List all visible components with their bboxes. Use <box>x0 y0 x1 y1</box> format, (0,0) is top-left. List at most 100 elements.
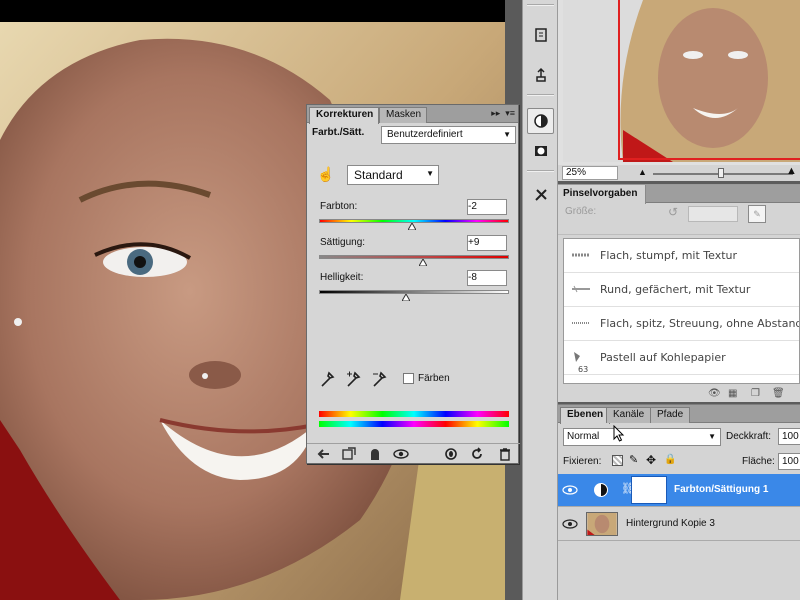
brush-presets-tabbar: Pinselvorgaben <box>558 185 800 204</box>
lightness-value-field[interactable]: -8 <box>467 270 507 286</box>
layers-tabbar: Ebenen Kanäle Pfade <box>558 405 800 424</box>
brush-item-label: Rund, gefächert, mit Textur <box>600 283 751 296</box>
tab-brush-presets[interactable]: Pinselvorgaben <box>558 185 647 204</box>
layer-name[interactable]: Hintergrund Kopie 3 <box>626 518 715 529</box>
dock-separator <box>527 94 554 96</box>
brush-item-label: Flach, stumpf, mit Textur <box>600 249 738 262</box>
layer-row[interactable]: Hintergrund Kopie 3 <box>558 508 800 541</box>
layer-mask-thumbnail[interactable] <box>631 476 667 504</box>
preset-select[interactable]: Benutzerdefiniert ▼ <box>381 126 516 144</box>
layers-panel: Ebenen Kanäle Pfade Normal ▼ Deckkraft: … <box>558 404 800 600</box>
expand-view-icon[interactable] <box>341 446 357 462</box>
toggle-brush-panel-icon[interactable]: ✎ <box>748 205 766 223</box>
layer-row[interactable]: ⛓ Farbton/Sättigung 1 <box>558 474 800 507</box>
chevron-down-icon: ▼ <box>503 130 511 139</box>
lock-position-icon[interactable]: ✥ <box>646 453 656 467</box>
canvas-top-strip <box>0 0 505 22</box>
brush-item-size: 63 <box>578 365 589 374</box>
colorize-checkbox[interactable] <box>403 373 414 384</box>
tab-layers[interactable]: Ebenen <box>560 407 611 424</box>
brush-options-icon[interactable]: ▦ <box>728 388 737 399</box>
adjustment-layer-icon <box>594 483 608 497</box>
adjustment-header: Farbt./Sätt. Benutzerdefiniert ▼ <box>307 123 518 147</box>
brush-item-label: Pastell auf Kohlepapier <box>600 351 726 364</box>
delete-preset-icon[interactable]: 🗑 <box>772 388 785 399</box>
zoom-out-icon[interactable]: ▲ <box>638 167 647 177</box>
brush-list-item[interactable]: Rund, gefächert, mit Textur <box>564 273 799 307</box>
reset-icon[interactable] <box>469 446 485 462</box>
adjustment-title: Farbt./Sätt. <box>312 127 365 138</box>
brush-list-item[interactable]: Flach, spitz, Streuung, ohne Abstand <box>564 307 799 341</box>
masks-icon[interactable] <box>527 138 554 164</box>
zoom-in-icon[interactable]: ▲ <box>786 165 797 177</box>
mouse-cursor-icon <box>613 425 625 442</box>
dock-separator <box>527 4 554 6</box>
fill-field[interactable]: 100 <box>778 453 800 470</box>
saturation-slider-thumb[interactable] <box>418 259 427 266</box>
targeted-adjustment-hand-icon[interactable]: ☝ <box>317 166 334 183</box>
back-arrow-icon[interactable] <box>315 446 331 462</box>
brush-list-item[interactable]: Flach, stumpf, mit Textur <box>564 239 799 273</box>
show-hide-icon[interactable]: 👁 <box>708 388 721 399</box>
layer-name[interactable]: Farbton/Sättigung 1 <box>674 484 768 495</box>
brush-list-item[interactable]: 63 Pastell auf Kohlepapier <box>564 341 799 375</box>
tab-channels[interactable]: Kanäle <box>606 407 652 423</box>
adjustments-panel: Korrekturen Masken ▸▸ ▾≡ Farbt./Sätt. Be… <box>306 104 520 464</box>
eyedropper-add-icon[interactable] <box>345 370 361 388</box>
lock-transparency-icon[interactable] <box>612 455 623 466</box>
saturation-label: Sättigung: <box>320 237 366 248</box>
hue-value-field[interactable]: -2 <box>467 199 507 215</box>
trash-icon[interactable] <box>497 446 513 462</box>
navigator-panel: 25% ▲ ▲ <box>558 0 800 181</box>
clip-to-layer-icon[interactable] <box>367 446 383 462</box>
panel-menu-icon[interactable]: ▸▸ ▾≡ <box>491 108 515 119</box>
zoom-slider-thumb[interactable] <box>718 168 724 178</box>
tool-presets-icon[interactable] <box>527 182 554 208</box>
eyedropper-subtract-icon[interactable] <box>371 370 387 388</box>
blend-mode-row: Normal ▼ Deckkraft: 100 <box>558 427 800 449</box>
right-panel-column: 25% ▲ ▲ Pinselvorgaben Größe: ↺ ✎ Flach,… <box>558 0 800 600</box>
zoom-field[interactable]: 25% <box>562 166 618 180</box>
hue-slider-thumb[interactable] <box>408 223 417 230</box>
reset-icon[interactable]: ↺ <box>668 205 678 219</box>
brush-size-field[interactable] <box>688 206 738 222</box>
navigator-view-frame[interactable] <box>618 0 800 160</box>
brush-presets-panel: Pinselvorgaben Größe: ↺ ✎ Flach, stumpf,… <box>558 184 800 402</box>
lock-all-icon[interactable]: 🔒 <box>664 454 676 465</box>
lock-pixels-icon[interactable]: ✎ <box>629 453 638 466</box>
actions-icon[interactable] <box>527 62 554 88</box>
history-icon[interactable] <box>527 22 554 48</box>
colorize-label: Färben <box>418 373 450 384</box>
blend-mode-value: Normal <box>567 431 600 442</box>
blend-mode-select[interactable]: Normal ▼ <box>563 428 721 446</box>
new-preset-icon[interactable]: ❐ <box>751 388 760 399</box>
tab-adjustments[interactable]: Korrekturen <box>309 107 380 124</box>
hue-slider-group: Farbton: -2 <box>307 199 520 237</box>
saturation-slider-group: Sättigung: +9 <box>307 235 520 273</box>
brush-size-label: Größe: <box>565 206 597 217</box>
preset-value: Benutzerdefiniert <box>387 129 463 140</box>
tab-masks[interactable]: Masken <box>379 107 428 123</box>
eyedropper-icon[interactable] <box>319 370 335 388</box>
tab-paths[interactable]: Pfade <box>650 407 691 423</box>
dock-separator <box>527 170 554 172</box>
layer-thumbnail[interactable] <box>586 512 618 536</box>
brush-stroke-icon <box>572 322 590 324</box>
visibility-eye-icon[interactable] <box>393 446 409 462</box>
size-slider-track[interactable] <box>558 227 800 235</box>
lock-label: Fixieren: <box>563 456 602 467</box>
eyedropper-row: Färben <box>307 370 520 390</box>
eye-icon[interactable] <box>562 517 578 531</box>
eye-icon[interactable] <box>562 483 578 497</box>
lightness-slider-track[interactable] <box>319 290 509 294</box>
opacity-field[interactable]: 100 <box>778 428 800 445</box>
saturation-slider-track[interactable] <box>319 255 509 259</box>
adjustments-icon[interactable] <box>527 108 554 134</box>
saturation-value-field[interactable]: +9 <box>467 235 507 251</box>
brush-list[interactable]: Flach, stumpf, mit Textur Rund, gefächer… <box>563 238 800 384</box>
brush-item-label: Flach, spitz, Streuung, ohne Abstand <box>600 317 800 330</box>
navigator-thumbnail[interactable] <box>563 0 800 162</box>
previous-state-icon[interactable] <box>443 446 459 462</box>
channel-select[interactable]: Standard ▼ <box>347 165 439 185</box>
lightness-slider-thumb[interactable] <box>402 294 411 301</box>
